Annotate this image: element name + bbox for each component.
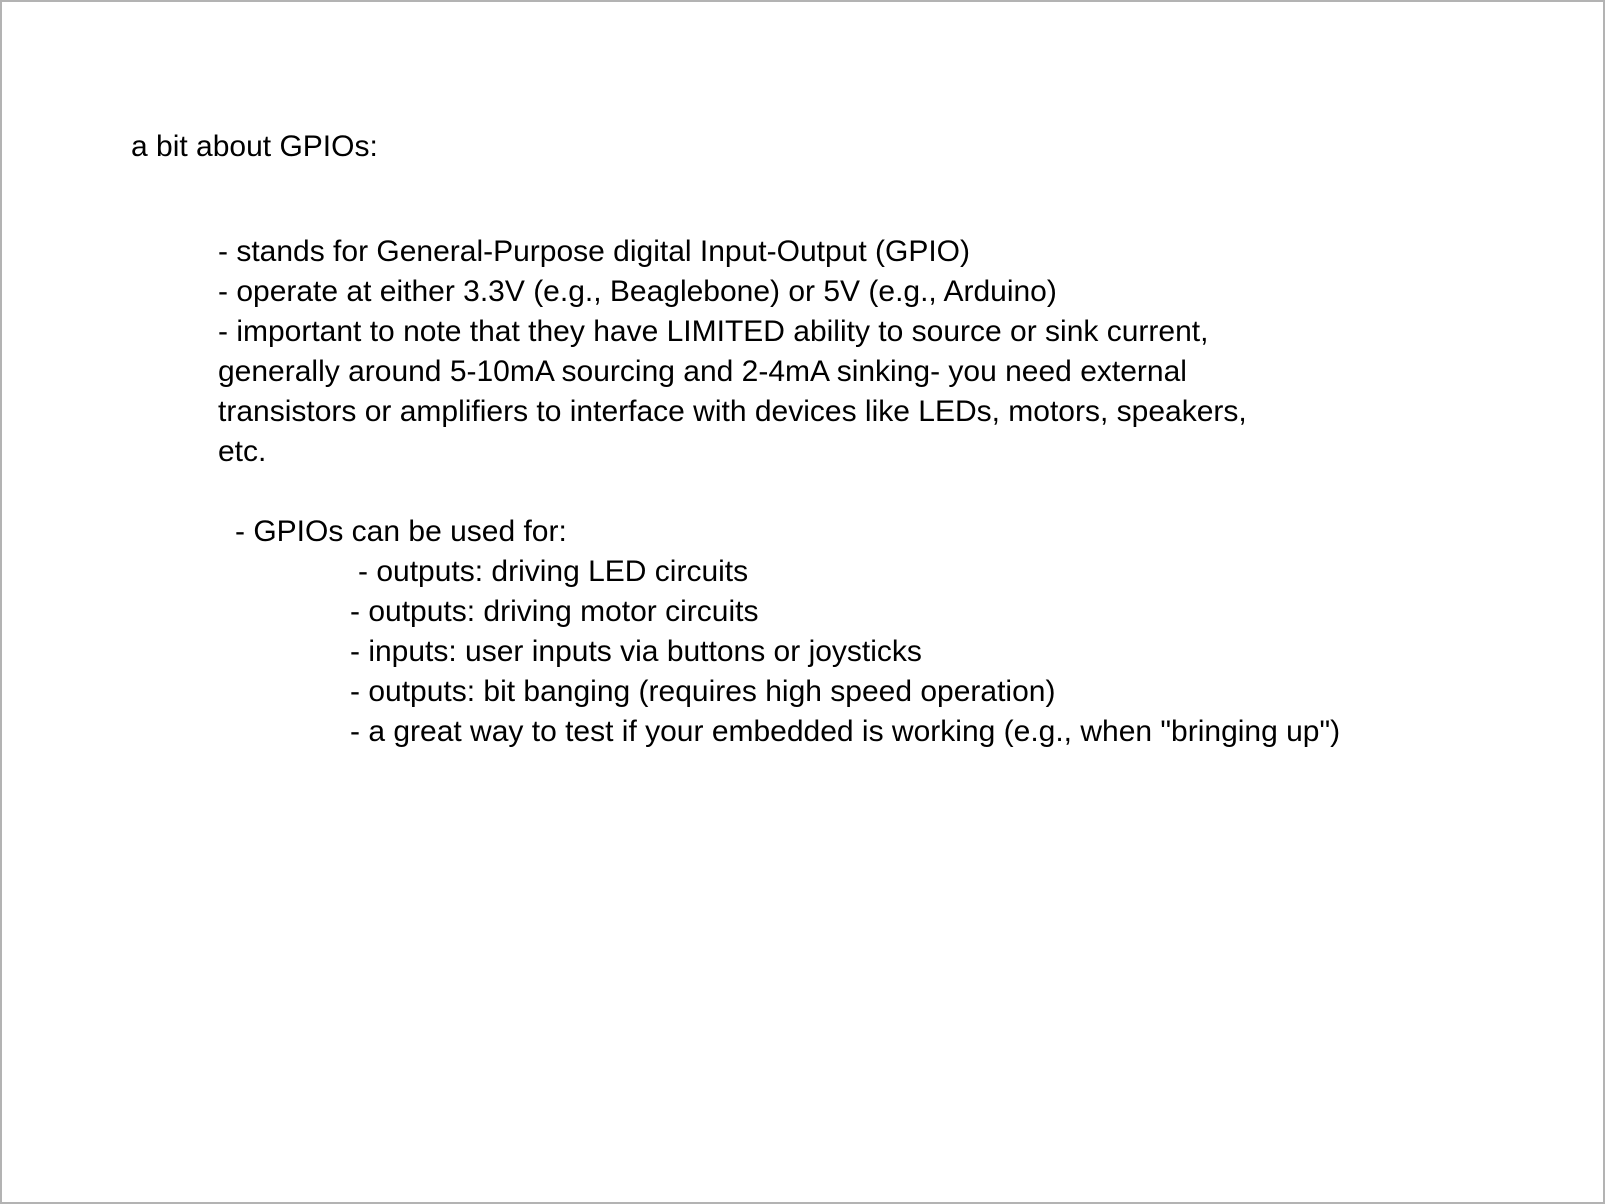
document-title: a bit about GPIOs: <box>131 130 378 163</box>
fact-limited-current-line-4: etc. <box>218 435 267 468</box>
use-item-motor: - outputs: driving motor circuits <box>350 595 759 628</box>
fact-gpio-voltage: - operate at either 3.3V (e.g., Beaglebo… <box>218 275 1057 308</box>
uses-heading: - GPIOs can be used for: <box>235 515 567 548</box>
use-item-bit-banging: - outputs: bit banging (requires high sp… <box>350 675 1056 708</box>
fact-limited-current-line-1: - important to note that they have LIMIT… <box>218 315 1209 348</box>
use-item-led: - outputs: driving LED circuits <box>358 555 749 588</box>
use-item-bringing-up: - a great way to test if your embedded i… <box>350 715 1341 748</box>
document-page: a bit about GPIOs: - stands for General-… <box>0 0 1605 1204</box>
uses-list: - outputs: driving LED circuits - output… <box>350 552 1340 752</box>
fact-limited-current-line-3: transistors or amplifiers to interface w… <box>218 395 1247 428</box>
use-item-inputs: - inputs: user inputs via buttons or joy… <box>350 635 922 668</box>
gpio-facts: - stands for General-Purpose digital Inp… <box>218 232 1348 472</box>
fact-limited-current-line-2: generally around 5-10mA sourcing and 2-4… <box>218 355 1187 388</box>
fact-gpio-definition: - stands for General-Purpose digital Inp… <box>218 235 971 268</box>
